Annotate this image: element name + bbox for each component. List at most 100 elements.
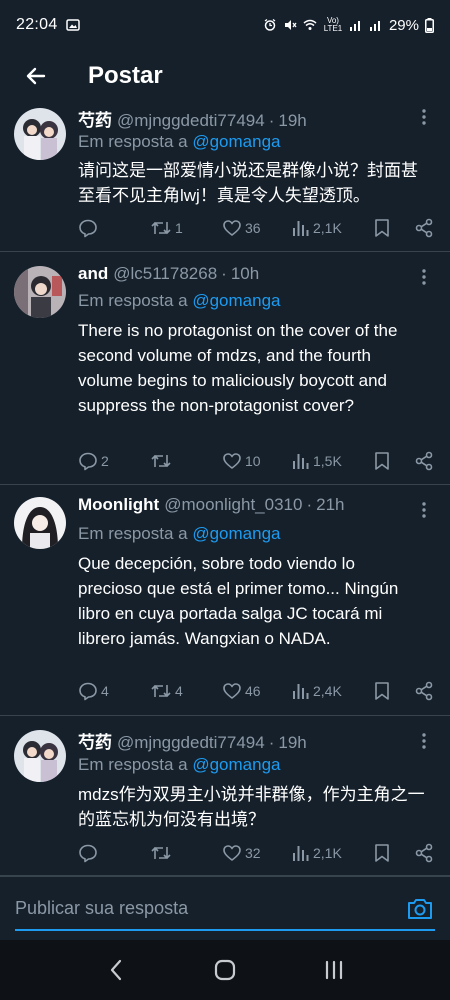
share-button[interactable] (414, 681, 434, 701)
back-button[interactable] (18, 58, 54, 94)
tweet[interactable]: and @lc51178268 · 10h Em resposta a @gom… (0, 252, 450, 485)
reply-mention-link[interactable]: @gomanga (192, 132, 280, 151)
replies-feed[interactable]: 芍药 @mjnggdedti77494 · 19h Em resposta a … (0, 106, 450, 876)
avatar[interactable] (14, 730, 66, 782)
reply-context: Em resposta a @gomanga (78, 291, 281, 311)
separator-dot: · (268, 733, 275, 752)
views-chart-icon (293, 684, 309, 699)
reply-button[interactable]: 4 (78, 681, 150, 701)
system-home-button[interactable] (205, 950, 245, 990)
tweet-time[interactable]: 19h (278, 111, 306, 131)
author-name[interactable]: 芍药 (78, 728, 112, 753)
reply-icon (79, 844, 97, 863)
views-button[interactable]: 1,5K (292, 452, 374, 470)
views-button[interactable]: 2,1K (292, 219, 374, 237)
reply-button[interactable]: 2 (78, 451, 150, 471)
separator-dot: · (268, 111, 275, 130)
tweet-header: 芍药 @mjnggdedti77494 · 19h (78, 728, 414, 753)
tweet-time[interactable]: 10h (231, 264, 259, 284)
bookmark-button[interactable] (374, 681, 408, 701)
author-handle[interactable]: @mjnggdedti77494 (117, 733, 265, 753)
reply-prefix: Em resposta a (78, 524, 188, 543)
author-handle[interactable]: @moonlight_0310 (164, 495, 302, 515)
reply-context: Em resposta a @gomanga (78, 132, 281, 152)
views-chart-icon (293, 221, 309, 236)
retweet-icon (151, 846, 171, 860)
more-options-button[interactable] (414, 266, 434, 288)
views-button[interactable]: 2,4K (292, 682, 374, 700)
system-recents-button[interactable] (314, 950, 354, 990)
tweet[interactable]: Moonlight @moonlight_0310 · 21h Em respo… (0, 485, 450, 716)
like-count: 46 (245, 683, 261, 699)
camera-button[interactable] (406, 897, 434, 923)
retweet-button[interactable] (150, 843, 222, 863)
reply-button[interactable] (78, 843, 150, 863)
share-button[interactable] (414, 451, 434, 471)
bookmark-button[interactable] (374, 843, 408, 863)
avatar[interactable] (14, 497, 66, 549)
share-icon (415, 451, 433, 471)
more-options-button[interactable] (414, 106, 434, 128)
like-button[interactable]: 46 (222, 681, 292, 701)
status-bar: 22:04 Vo) LTE1 29% (0, 0, 450, 50)
author-name[interactable]: and (78, 264, 108, 284)
more-vertical-icon (422, 502, 426, 518)
tweet-text: mdzs作为双男主小说并非群像，作为主角之一的蓝忘机为何没有出境？ (78, 785, 425, 829)
heart-icon (223, 453, 241, 469)
retweet-button[interactable]: 4 (150, 681, 222, 701)
tweet-time[interactable]: 19h (278, 733, 306, 753)
recents-icon (325, 960, 342, 980)
tweet-header: and @lc51178268 · 10h (78, 264, 414, 284)
bookmark-button[interactable] (374, 218, 408, 238)
bookmark-icon (375, 452, 389, 470)
tweet-text: There is no protagonist on the cover of … (78, 321, 398, 415)
reply-mention-link[interactable]: @gomanga (192, 291, 280, 310)
author-name[interactable]: 芍药 (78, 106, 112, 131)
retweet-button[interactable]: 1 (150, 218, 222, 238)
system-back-button[interactable] (96, 950, 136, 990)
reply-context: Em resposta a @gomanga (78, 755, 281, 775)
reply-count: 2 (101, 453, 109, 469)
more-vertical-icon (422, 733, 426, 749)
reply-mention-link[interactable]: @gomanga (192, 755, 280, 774)
reply-button[interactable] (78, 218, 150, 238)
views-count: 2,1K (313, 220, 342, 236)
gallery-notification-icon (65, 19, 80, 31)
network-badge: Vo) LTE1 (323, 16, 343, 33)
heart-icon (223, 683, 241, 699)
author-handle[interactable]: @mjnggdedti77494 (117, 111, 265, 131)
retweet-icon (151, 454, 171, 468)
retweet-icon (151, 221, 171, 235)
share-button[interactable] (414, 218, 434, 238)
bookmark-button[interactable] (374, 451, 408, 471)
signal-icon-1 (349, 21, 360, 31)
tweet-time[interactable]: 21h (316, 495, 344, 515)
like-button[interactable]: 36 (222, 218, 292, 238)
reply-input[interactable] (15, 887, 435, 931)
more-options-button[interactable] (414, 499, 434, 521)
views-button[interactable]: 2,1K (292, 844, 374, 862)
reply-mention-link[interactable]: @gomanga (192, 524, 280, 543)
author-name[interactable]: Moonlight (78, 495, 159, 515)
views-chart-icon (293, 846, 309, 861)
system-nav-bar (0, 940, 450, 1000)
like-button[interactable]: 10 (222, 451, 292, 471)
action-bar: 1 36 2,1K (78, 216, 434, 240)
share-button[interactable] (414, 843, 434, 863)
more-vertical-icon (422, 269, 426, 285)
author-handle[interactable]: @lc51178268 (113, 264, 217, 284)
action-bar: 4 4 46 2,4K (78, 679, 434, 703)
camera-icon (408, 899, 432, 919)
back-arrow-icon (26, 67, 46, 85)
more-options-button[interactable] (414, 730, 434, 752)
like-button[interactable]: 32 (222, 843, 292, 863)
tweet[interactable]: 芍药 @mjnggdedti77494 · 19h Em resposta a … (0, 106, 450, 252)
like-count: 36 (245, 220, 261, 236)
tweet-header: Moonlight @moonlight_0310 · 21h (78, 495, 414, 515)
like-count: 10 (245, 453, 261, 469)
avatar[interactable] (14, 266, 66, 318)
avatar[interactable] (14, 108, 66, 160)
chevron-left-icon (111, 959, 122, 981)
bookmark-icon (375, 844, 389, 862)
retweet-button[interactable] (150, 451, 222, 471)
